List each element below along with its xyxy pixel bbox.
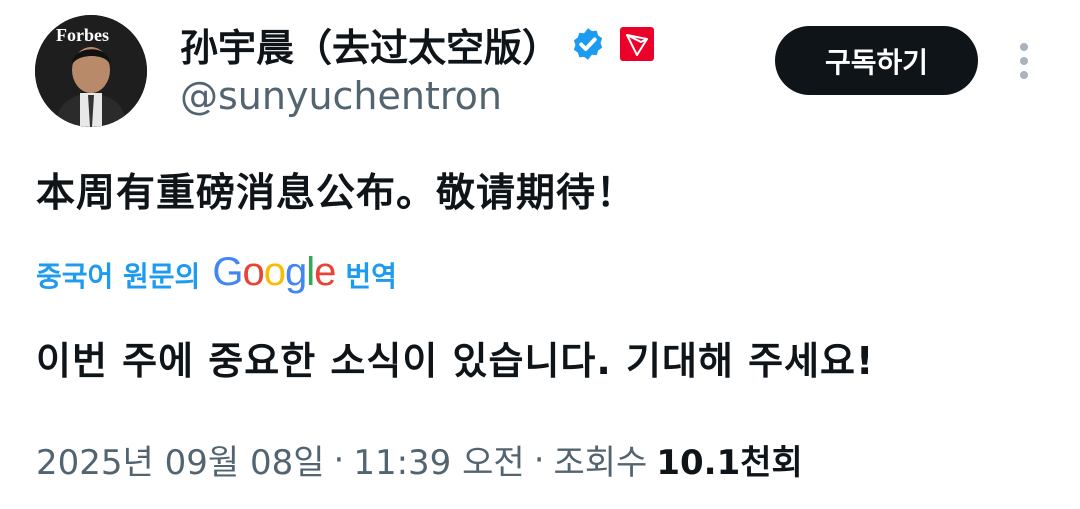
post-meta: 2025년 09월 08일 · 11:39 오전 · 조회수 10.1천회 [36, 435, 803, 484]
meta-separator: · [533, 439, 545, 480]
translation-attribution: 중국어 원문의 Google 번역 [36, 250, 397, 297]
post-text: 本周有重磅消息公布。敬请期待！ [36, 171, 637, 216]
subscribe-button[interactable]: 구독하기 [775, 26, 978, 95]
post-date[interactable]: 2025년 09월 08일 [36, 435, 325, 484]
avatar[interactable]: Forbes [35, 15, 147, 127]
views-count[interactable]: 10.1천회 [656, 435, 802, 484]
meta-separator: · [333, 439, 345, 480]
user-handle[interactable]: @sunyuchentron [180, 74, 654, 118]
display-name[interactable]: 孙宇晨（去过太空版） [180, 17, 560, 72]
post-time[interactable]: 11:39 오전 [353, 435, 524, 484]
author-header: 孙宇晨（去过太空版） @sunyuchentron [180, 17, 655, 118]
google-logo: Google [212, 250, 336, 294]
translate-suffix: 번역 [345, 259, 397, 293]
more-options-icon[interactable] [1014, 42, 1034, 80]
avatar-forbes-text: Forbes [56, 25, 109, 45]
views-label: 조회수 [553, 443, 648, 483]
translated-text: 이번 주에 중요한 소식이 있습니다. 기대해 주세요! [36, 339, 875, 383]
translate-prefix: 중국어 원문의 [36, 259, 201, 293]
verified-badge-icon[interactable] [570, 26, 606, 62]
tron-affiliate-icon[interactable] [620, 27, 655, 61]
